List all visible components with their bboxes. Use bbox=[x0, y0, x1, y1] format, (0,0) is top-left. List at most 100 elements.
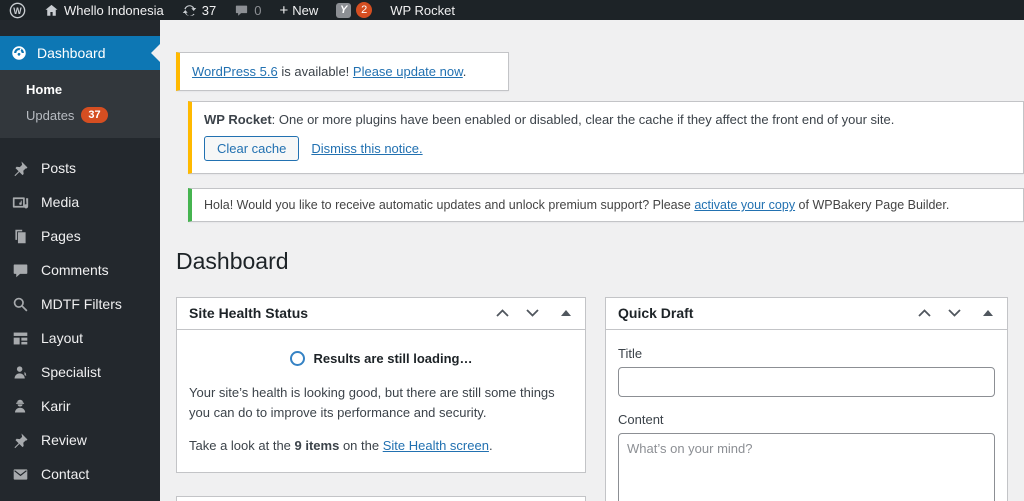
widgets-column-right: Quick Draft Title Content What’s on your… bbox=[605, 296, 1008, 501]
sidebar-item-posts[interactable]: Posts bbox=[0, 151, 160, 185]
move-down-button[interactable] bbox=[939, 298, 969, 328]
updates-count-badge: 37 bbox=[81, 107, 108, 123]
update-nag-mid-text: is available! bbox=[277, 64, 353, 79]
triangle-up-icon bbox=[561, 310, 571, 317]
move-down-button[interactable] bbox=[517, 298, 547, 328]
sidebar-item-specialist[interactable]: Specialist bbox=[0, 355, 160, 389]
chevron-down-icon bbox=[525, 309, 539, 317]
new-content-menu[interactable]: + New bbox=[270, 0, 327, 20]
collapse-toggle-button[interactable] bbox=[969, 298, 999, 328]
wordpress-version-link[interactable]: WordPress 5.6 bbox=[192, 64, 278, 79]
comment-icon bbox=[236, 5, 248, 16]
sidebar-item-comments[interactable]: Comments bbox=[0, 253, 160, 287]
pages-icon bbox=[14, 229, 26, 243]
sidebar-pages-label: Pages bbox=[41, 228, 81, 244]
detail-prefix: Take a look at the bbox=[189, 437, 295, 453]
quick-draft-header[interactable]: Quick Draft bbox=[606, 298, 1007, 330]
envelope-icon bbox=[13, 468, 27, 480]
admin-bar: W Whello Indonesia 37 0 + New Y 2 WP Roc… bbox=[0, 0, 1024, 20]
dashboard-submenu: Home Updates 37 bbox=[0, 70, 160, 138]
wp-rocket-notice-text: WP Rocket: One or more plugins have been… bbox=[204, 112, 1011, 127]
sidebar-media-label: Media bbox=[41, 194, 80, 210]
sidebar-item-karir[interactable]: Karir bbox=[0, 389, 160, 423]
dashboard-widgets: Site Health Status Results are still loa… bbox=[176, 296, 1008, 501]
media-icon bbox=[12, 196, 28, 208]
sidebar-item-media[interactable]: Media bbox=[0, 185, 160, 219]
loading-spinner-icon bbox=[289, 350, 305, 366]
at-a-glance-widget: At a Glance bbox=[176, 496, 586, 501]
site-health-summary: Your site’s health is looking good, but … bbox=[189, 384, 555, 420]
admin-sidebar: Dashboard Home Updates 37 Posts Media Pa… bbox=[0, 20, 160, 501]
sidebar-specialist-label: Specialist bbox=[41, 364, 101, 380]
wpbakery-prefix-text: Hola! Would you like to receive automati… bbox=[204, 198, 695, 212]
submenu-item-home[interactable]: Home bbox=[0, 77, 160, 102]
plus-icon: + bbox=[279, 1, 289, 19]
site-name-label: Whello Indonesia bbox=[64, 2, 164, 18]
sidebar-layout-label: Layout bbox=[41, 330, 84, 346]
sidebar-item-layout[interactable]: Layout bbox=[0, 321, 160, 355]
comments-menu[interactable]: 0 bbox=[225, 0, 270, 20]
current-menu-arrow bbox=[151, 44, 160, 62]
new-label: New bbox=[292, 2, 319, 18]
collapse-toggle-button[interactable] bbox=[547, 498, 577, 501]
site-health-header[interactable]: Site Health Status bbox=[177, 298, 585, 330]
draft-title-input[interactable] bbox=[618, 366, 995, 397]
sidebar-item-contact[interactable]: Contact bbox=[0, 457, 160, 491]
dismiss-notice-link[interactable]: Dismiss this notice. bbox=[311, 141, 422, 156]
clear-cache-button[interactable]: Clear cache bbox=[204, 136, 300, 161]
wp-rocket-notice: WP Rocket: One or more plugins have been… bbox=[188, 101, 1024, 174]
pushpin-icon bbox=[13, 433, 27, 448]
site-health-widget: Site Health Status Results are still loa… bbox=[176, 296, 586, 474]
move-up-button[interactable] bbox=[487, 498, 517, 501]
sidebar-item-dashboard[interactable]: Dashboard bbox=[0, 36, 160, 70]
wp-rocket-message: : One or more plugins have been enabled … bbox=[271, 112, 895, 127]
update-count: 37 bbox=[201, 2, 217, 18]
sidebar-review-label: Review bbox=[41, 432, 87, 448]
submenu-item-updates[interactable]: Updates 37 bbox=[0, 102, 160, 128]
sidebar-item-review[interactable]: Review bbox=[0, 423, 160, 457]
move-up-button[interactable] bbox=[909, 298, 939, 328]
worker-icon bbox=[14, 399, 25, 412]
sidebar-mdtf-filters-label: MDTF Filters bbox=[41, 296, 122, 312]
comment-count: 0 bbox=[254, 2, 262, 18]
submenu-home-label: Home bbox=[26, 82, 63, 97]
widgets-column-left: Site Health Status Results are still loa… bbox=[176, 296, 586, 501]
wordpress-admin-screen: W Whello Indonesia 37 0 + New Y 2 WP Roc… bbox=[0, 0, 1024, 501]
quick-draft-body: Title Content bbox=[606, 330, 1007, 501]
search-icon bbox=[13, 297, 27, 311]
wp-rocket-label: WP Rocket bbox=[390, 2, 455, 18]
person-icon bbox=[14, 365, 26, 378]
sidebar-comments-label: Comments bbox=[41, 262, 109, 278]
sidebar-dashboard-label: Dashboard bbox=[37, 45, 106, 61]
wp-rocket-bold: WP Rocket bbox=[204, 112, 272, 127]
yoast-seo-menu[interactable]: Y 2 bbox=[327, 0, 381, 20]
draft-content-textarea[interactable] bbox=[618, 432, 995, 501]
sidebar-item-pages[interactable]: Pages bbox=[0, 219, 160, 253]
layout-icon bbox=[13, 332, 27, 344]
wordpress-logo-menu[interactable]: W bbox=[0, 0, 35, 20]
wp-rocket-menu[interactable]: WP Rocket bbox=[381, 0, 464, 20]
sidebar-posts-label: Posts bbox=[41, 160, 77, 176]
collapse-toggle-button[interactable] bbox=[547, 298, 577, 328]
move-down-button[interactable] bbox=[517, 498, 547, 501]
at-a-glance-header[interactable]: At a Glance bbox=[177, 497, 585, 501]
please-update-link[interactable]: Please update now bbox=[353, 64, 463, 79]
sidebar-item-mdtf-filters[interactable]: MDTF Filters bbox=[0, 287, 160, 321]
wordpress-logo-icon: W bbox=[9, 2, 26, 18]
update-nag-notice: WordPress 5.6 is available! Please updat… bbox=[176, 52, 509, 91]
wpbakery-notice: Hola! Would you like to receive automati… bbox=[188, 188, 1024, 222]
site-health-screen-link[interactable]: Site Health screen bbox=[383, 438, 489, 453]
dashboard-gauge-icon bbox=[12, 46, 26, 60]
yoast-notification-badge: 2 bbox=[356, 2, 373, 18]
site-name-menu[interactable]: Whello Indonesia bbox=[35, 0, 173, 20]
pushpin-icon bbox=[13, 161, 27, 176]
site-health-detail: Take a look at the 9 items on the Site H… bbox=[189, 436, 573, 456]
sidebar-contact-label: Contact bbox=[41, 466, 90, 482]
move-up-button[interactable] bbox=[487, 298, 517, 328]
svg-text:W: W bbox=[13, 5, 22, 15]
activate-copy-link[interactable]: activate your copy bbox=[694, 198, 795, 212]
loading-text: Results are still loading… bbox=[313, 350, 473, 366]
yoast-icon: Y bbox=[336, 2, 352, 18]
chevron-down-icon bbox=[947, 309, 961, 317]
updates-menu[interactable]: 37 bbox=[173, 0, 225, 20]
